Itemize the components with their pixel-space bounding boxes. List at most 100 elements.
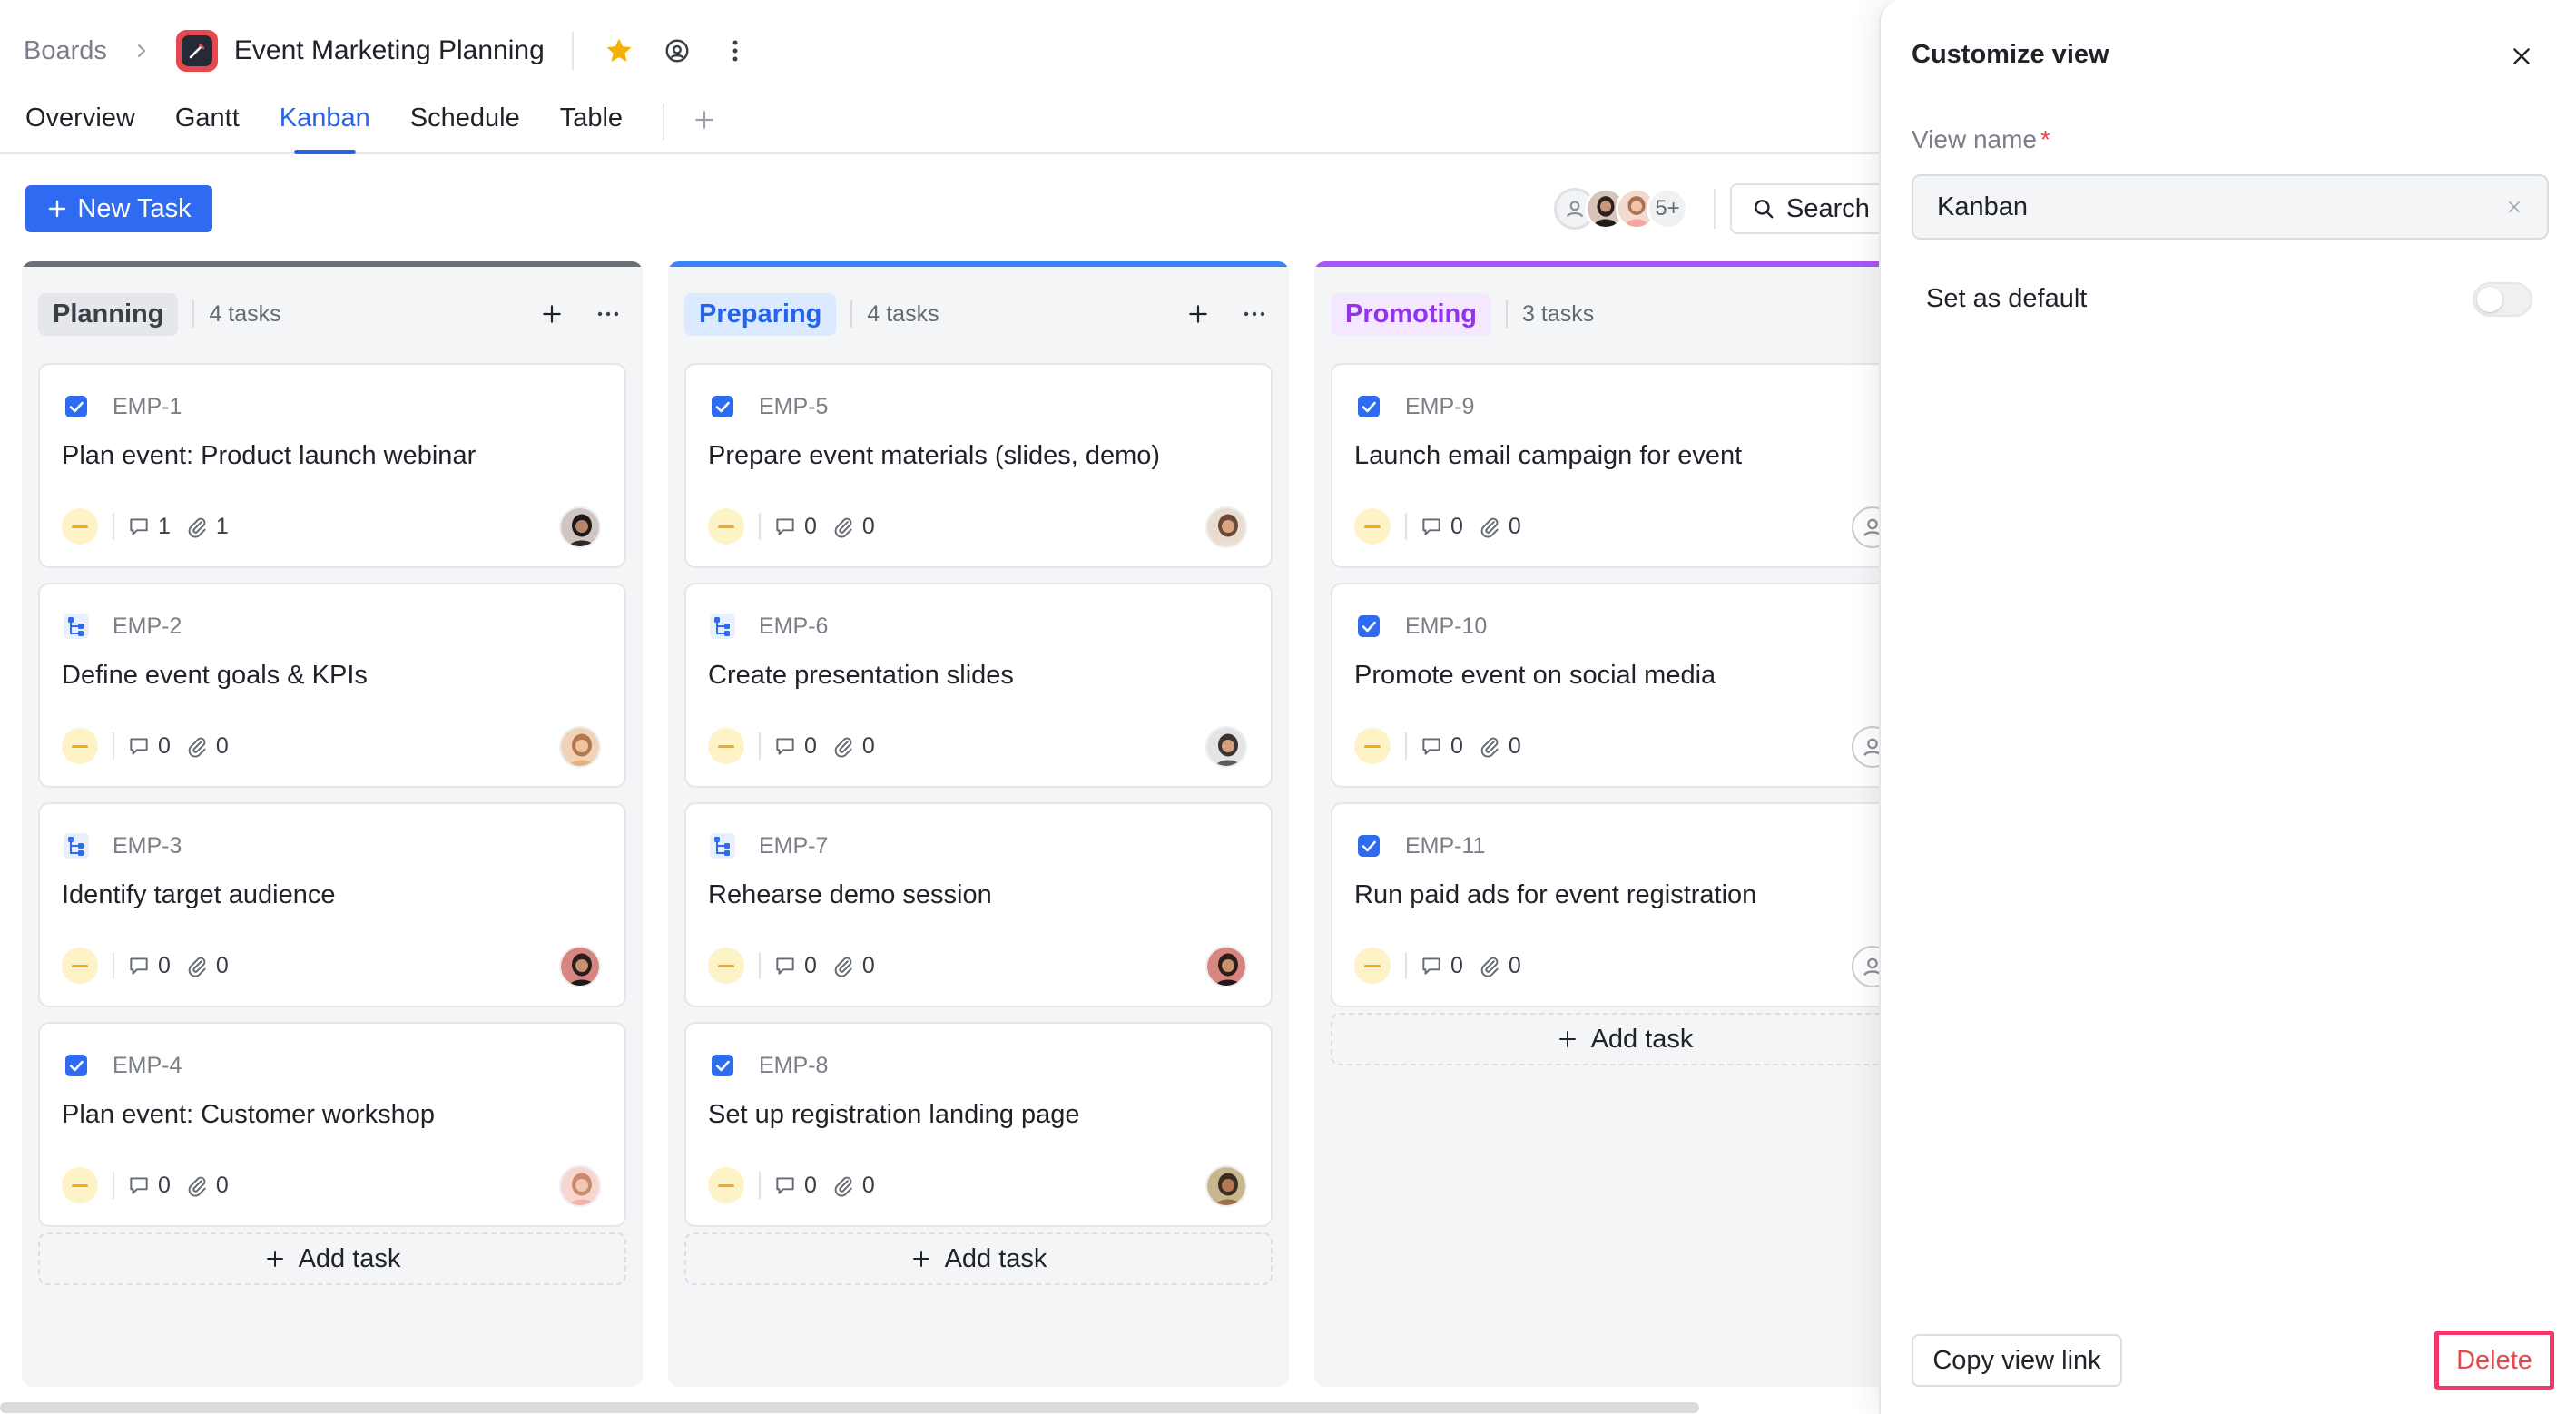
priority-medium-icon[interactable] [1354,728,1391,764]
subtask-icon [708,831,737,860]
priority-medium-icon[interactable] [708,1167,744,1203]
comment-count-value: 0 [1450,952,1463,978]
add-task-label: Add task [944,1243,1047,1273]
paperclip-icon [1480,957,1499,977]
comment-count-value: 1 [158,513,171,539]
task-card[interactable]: EMP-8 Set up registration landing page 0 0 [684,1022,1273,1227]
tab-overview[interactable]: Overview [25,98,135,154]
horizontal-scrollbar[interactable] [0,1402,1699,1413]
clear-input-icon[interactable] [2500,192,2529,221]
task-card[interactable]: EMP-5 Prepare event materials (slides, de… [684,363,1273,568]
plus-icon[interactable] [534,296,570,332]
add-view-icon[interactable] [686,102,723,138]
copy-view-link-button[interactable]: Copy view link [1912,1334,2122,1387]
task-id: EMP-10 [1405,614,1488,639]
task-card-footer: 00 [708,1165,890,1205]
assignee-avatar[interactable] [559,506,601,548]
attachment-count-value: 0 [215,1172,229,1198]
priority-medium-icon[interactable] [62,508,98,545]
task-id: EMP-11 [1405,833,1486,859]
assignee-avatar[interactable] [559,1165,601,1207]
assignee-avatar[interactable] [1205,506,1247,548]
column-actions [1180,296,1273,332]
breadcrumb-boards-link[interactable]: Boards [24,36,107,66]
breadcrumb: Boards Event Marketing Planning [24,25,773,76]
assignee-avatar[interactable] [1205,726,1247,768]
comment-count-value: 0 [804,952,817,978]
tab-table[interactable]: Table [560,98,623,154]
paperclip-icon [188,957,206,977]
assignee-avatar[interactable] [1205,946,1247,987]
tab-schedule[interactable]: Schedule [410,98,520,154]
task-card-footer: 00 [62,1165,243,1205]
task-card[interactable]: EMP-6 Create presentation slides 0 0 [684,583,1273,788]
task-card[interactable]: EMP-3 Identify target audience 0 0 [38,802,626,1007]
task-card[interactable]: EMP-1 Plan event: Product launch webinar 1… [38,363,626,568]
more-horizontal-icon[interactable] [1236,296,1273,332]
task-title: Rehearse demo session [708,880,992,909]
comment-icon [130,518,148,535]
priority-medium-icon[interactable] [708,948,744,984]
assignee-avatar[interactable] [559,946,601,987]
watch-icon[interactable] [657,31,697,71]
task-card[interactable]: EMP-2 Define event goals & KPIs 0 0 [38,583,626,788]
attachment-count: 0 [1478,733,1521,760]
view-name-input[interactable] [1912,174,2549,240]
divider [1405,513,1407,540]
task-id: EMP-6 [759,614,829,639]
paperclip-icon [188,517,206,538]
close-icon[interactable] [2502,36,2542,76]
more-vertical-icon[interactable] [715,31,755,71]
priority-medium-icon[interactable] [708,728,744,764]
comment-icon [1422,518,1440,535]
task-card[interactable]: EMP-10 Promote event on social media 0 0 [1331,583,1919,788]
tab-gantt[interactable]: Gantt [175,98,240,154]
new-task-label: New Task [77,193,192,223]
task-card[interactable]: EMP-11 Run paid ads for event registratio… [1331,802,1919,1007]
plus-icon[interactable] [1180,296,1216,332]
view-tabs: Overview Gantt Kanban Schedule Table [25,98,723,154]
kanban-column-promoting: Promoting 3 tasks EMP-9 Launch email campai… [1314,261,1935,1387]
task-card[interactable]: EMP-7 Rehearse demo session 0 0 [684,802,1273,1007]
star-icon[interactable] [599,31,639,71]
member-avatars[interactable]: 5+ [1554,185,1688,232]
assignee-avatar[interactable] [559,726,601,768]
comment-icon [130,1177,148,1194]
search-button[interactable]: Search [1730,183,1893,234]
add-task-button[interactable]: Add task [1331,1013,1919,1065]
task-card[interactable]: EMP-9 Launch email campaign for event 0 0 [1331,363,1919,568]
paperclip-icon [1480,517,1499,538]
task-id: EMP-7 [759,833,829,859]
comment-count-value: 0 [158,1172,171,1198]
delete-view-button[interactable]: Delete [2434,1331,2554,1390]
priority-medium-icon[interactable] [1354,948,1391,984]
divider [113,1172,114,1199]
set-default-toggle[interactable] [2473,282,2532,317]
priority-medium-icon[interactable] [708,508,744,545]
priority-medium-icon[interactable] [62,1167,98,1203]
column-status-chip[interactable]: Preparing [684,292,837,336]
column-accent-bar [1314,261,1935,267]
panel-title: Customize view [1912,40,2109,69]
more-horizontal-icon[interactable] [590,296,626,332]
column-task-count: 3 tasks [1522,300,1595,327]
tab-kanban[interactable]: Kanban [280,98,370,154]
comment-icon [1422,738,1440,755]
comment-count-value: 0 [158,732,171,759]
column-status-chip[interactable]: Promoting [1331,292,1491,336]
task-title: Create presentation slides [708,661,1014,690]
chevron-right-icon [123,33,160,69]
add-task-button[interactable]: Add task [684,1232,1273,1285]
assignee-avatar[interactable] [1205,1165,1247,1207]
task-id: EMP-9 [1405,394,1475,419]
attachment-count: 0 [1478,514,1521,540]
column-status-chip[interactable]: Planning [38,292,179,336]
task-card[interactable]: EMP-4 Plan event: Customer workshop 0 0 [38,1022,626,1227]
add-task-button[interactable]: Add task [38,1232,626,1285]
priority-medium-icon[interactable] [62,728,98,764]
priority-medium-icon[interactable] [62,948,98,984]
plus-icon [266,1251,283,1267]
attachment-count-value: 0 [861,732,875,759]
priority-medium-icon[interactable] [1354,508,1391,545]
new-task-button[interactable]: New Task [25,185,212,232]
